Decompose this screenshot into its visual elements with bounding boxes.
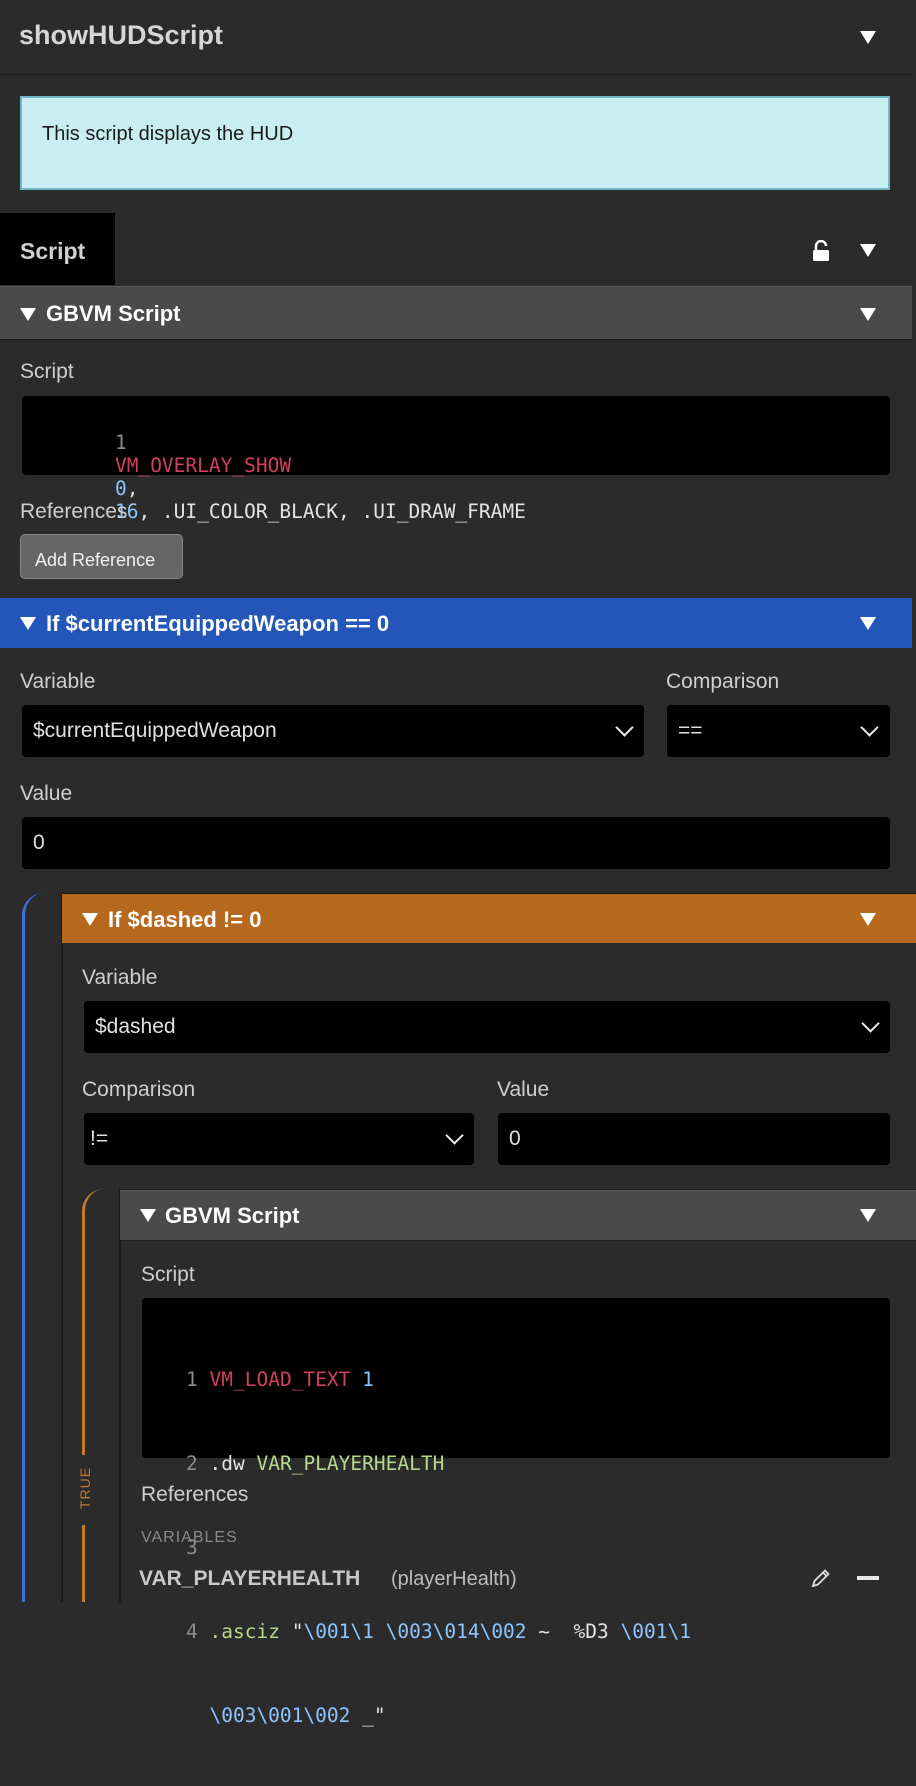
if-condition-title: If $currentEquippedWeapon == 0 [46,611,390,636]
true-branch-line [82,1189,122,1602]
lock-icon[interactable] [812,239,830,267]
tab-bar [0,213,912,285]
chevron-down-icon [445,1126,464,1145]
references-label: References [141,1483,249,1506]
value-label: Value [497,1078,550,1101]
reference-variable-alias: (playerHealth) [391,1568,517,1590]
value-label: Value [20,782,73,805]
if-condition-title: If $dashed != 0 [108,907,262,932]
script-label: Script [141,1263,195,1286]
section-menu-icon[interactable] [860,617,876,630]
collapse-icon[interactable] [20,308,36,321]
true-branch-line [22,893,62,1602]
chevron-down-icon [615,718,634,737]
variables-section-label: VARIABLES [141,1529,238,1546]
section-menu-icon[interactable] [860,308,876,321]
comparison-select[interactable]: == [667,705,890,757]
chevron-down-icon [861,1014,880,1033]
remove-reference-icon[interactable] [857,1576,879,1580]
value-input[interactable]: 0 [498,1113,890,1165]
references-label: References [20,500,128,523]
variable-label: Variable [20,670,96,693]
comparison-label: Comparison [82,1078,196,1101]
reference-variable-name: VAR_PLAYERHEALTH [139,1567,361,1590]
value-input[interactable]: 0 [22,817,890,869]
collapse-icon[interactable] [140,1209,156,1222]
script-label: Script [20,360,74,383]
gbvm-script-title: GBVM Script [165,1203,300,1228]
add-reference-button[interactable]: Add Reference [20,534,183,579]
section-menu-icon[interactable] [860,1209,876,1222]
variable-select[interactable]: $currentEquippedWeapon [22,705,644,757]
variable-label: Variable [82,966,158,989]
variable-select[interactable]: $dashed [84,1001,890,1053]
script-editor[interactable]: 1 VM_LOAD_TEXT 1 2 .dw VAR_PLAYERHEALTH … [142,1298,890,1727]
gbvm-script-title: GBVM Script [46,301,181,326]
script-editor[interactable]: 1 VM_OVERLAY_SHOW 0, 16, .UI_COLOR_BLACK… [22,396,890,523]
comparison-select[interactable]: != [84,1113,474,1165]
edit-pencil-icon[interactable] [810,1567,832,1594]
collapse-icon[interactable] [82,913,98,926]
tab-menu-icon[interactable] [860,244,876,257]
section-menu-icon[interactable] [860,913,876,926]
script-title[interactable]: showHUDScript [19,20,223,51]
tab-script[interactable]: Script [0,213,115,285]
true-branch-label: TRUE [77,1466,94,1510]
chevron-down-icon [860,718,879,737]
collapse-icon[interactable] [20,617,36,630]
header-dropdown-icon[interactable] [860,31,876,44]
comparison-label: Comparison [666,670,780,693]
script-description[interactable]: This script displays the HUD [20,96,890,190]
